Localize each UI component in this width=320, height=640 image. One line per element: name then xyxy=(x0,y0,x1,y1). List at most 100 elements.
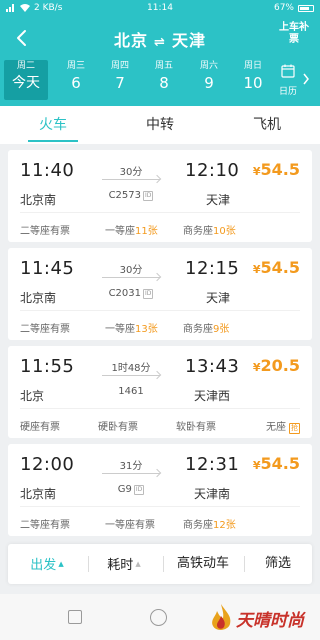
departure-time: 11:45 xyxy=(20,258,75,279)
date-day: 8 xyxy=(159,74,169,92)
route-title[interactable]: 北京 ⇌ 天津 xyxy=(0,27,320,51)
card-divider xyxy=(20,408,300,409)
departure-station: 北京 xyxy=(20,389,45,403)
train-number-text: C2031 xyxy=(108,288,142,299)
sort-divider xyxy=(244,556,245,572)
sort-by-duration-button[interactable]: 耗时 ▲ xyxy=(96,544,152,584)
date-item[interactable]: 周日 10 xyxy=(231,60,275,100)
date-day: 10 xyxy=(243,74,263,92)
id-card-tag: ID xyxy=(143,191,154,201)
origin-city: 北京 xyxy=(114,31,149,50)
header: 2 KB/s 11:14 67% 北京 ⇌ 天津 上车补票 周二 今天 周三 6 周… xyxy=(0,0,320,106)
date-item[interactable]: 周四 7 xyxy=(98,60,142,100)
id-card-tag: ID xyxy=(133,485,145,495)
calendar-icon xyxy=(281,64,295,78)
trip-duration: 30分 xyxy=(119,265,143,276)
seat-label: 一等座 xyxy=(105,226,135,237)
tab-transfer[interactable]: 中转 xyxy=(107,106,213,144)
arrival-time: 13:43 xyxy=(185,356,240,377)
recent-apps-icon[interactable] xyxy=(68,610,82,624)
seat-availability: 商务座12张 xyxy=(183,516,236,531)
sort-label: 耗时 xyxy=(107,558,134,573)
seat-availability: 二等座有票 xyxy=(20,516,70,531)
date-weekday: 周日 xyxy=(243,61,262,71)
seat-label: 二等座有票 xyxy=(20,520,70,531)
seat-availability: 商务座10张 xyxy=(183,222,236,237)
price-value: 20.5 xyxy=(260,356,300,375)
seat-count: 10张 xyxy=(213,226,236,237)
home-icon[interactable] xyxy=(150,609,167,626)
currency-symbol: ¥ xyxy=(252,165,261,178)
sort-label: 出发 xyxy=(30,558,57,573)
status-right: 67% xyxy=(274,0,314,16)
seat-label: 无座 xyxy=(266,422,286,433)
upgrade-ticket-button[interactable]: 上车补票 xyxy=(278,22,310,46)
date-item[interactable]: 周五 8 xyxy=(142,60,186,100)
train-card[interactable]: 11:45 30分 12:15 ¥54.5 北京南 C2031 ID 天津 二等座… xyxy=(8,248,312,340)
seat-availability: 一等座11张 xyxy=(105,222,158,237)
date-item[interactable]: 周三 6 xyxy=(54,60,98,100)
seat-availability: 硬卧有票 xyxy=(98,418,138,433)
calendar-label: 日历 xyxy=(278,87,297,97)
departure-time: 12:00 xyxy=(20,454,75,475)
train-number: C2573 ID xyxy=(98,190,164,201)
seat-label: 一等座 xyxy=(105,324,135,335)
duration-arrow xyxy=(102,179,160,180)
arrival-time: 12:15 xyxy=(185,258,240,279)
departure-time: 11:40 xyxy=(20,160,75,181)
train-card[interactable]: 11:40 30分 12:10 ¥54.5 北京南 C2573 ID 天津 二等座… xyxy=(8,150,312,242)
arrival-station: 天津南 xyxy=(193,487,230,501)
date-row: 周二 今天 周三 6 周四 7 周五 8 周六 9 周日 10 日历 xyxy=(0,58,320,102)
seat-label: 商务座 xyxy=(183,520,213,531)
high-speed-filter-button[interactable]: 高铁动车 xyxy=(168,544,238,584)
price-value: 54.5 xyxy=(260,160,300,179)
seat-availability: 软卧有票 xyxy=(176,418,216,433)
train-card[interactable]: 12:00 31分 12:31 ¥54.5 北京南 G9 ID 天津南 二等座有票… xyxy=(8,444,312,536)
seat-count: 11张 xyxy=(135,226,158,237)
swap-icon[interactable]: ⇌ xyxy=(154,35,166,50)
chevron-right-icon[interactable] xyxy=(301,72,311,86)
seat-label: 硬座有票 xyxy=(20,422,60,433)
date-item-today[interactable]: 周二 今天 xyxy=(4,60,48,100)
seat-count: 12张 xyxy=(213,520,236,531)
calendar-button[interactable]: 日历 xyxy=(275,62,301,98)
departure-station: 北京南 xyxy=(20,193,57,207)
train-number-text: 1461 xyxy=(118,386,144,397)
seat-label: 硬卧有票 xyxy=(98,422,138,433)
sort-icon: ▲ xyxy=(135,560,141,568)
sort-divider xyxy=(88,556,89,572)
transport-mode-tabs: 火车 中转 飞机 xyxy=(0,106,320,144)
arrival-station: 天津 xyxy=(205,291,230,305)
ticket-price: ¥54.5 xyxy=(253,454,300,473)
tab-train[interactable]: 火车 xyxy=(0,106,106,144)
card-divider xyxy=(20,212,300,213)
sort-by-departure-button[interactable]: 出发 ▲ xyxy=(18,544,76,584)
trip-duration: 30分 xyxy=(119,167,143,178)
duration-arrow xyxy=(102,473,160,474)
seat-availability: 二等座有票 xyxy=(20,222,70,237)
trip-duration: 31分 xyxy=(119,461,143,472)
seat-count: 13张 xyxy=(135,324,158,335)
date-weekday: 周四 xyxy=(110,61,129,71)
train-number: G9 ID xyxy=(98,484,164,495)
seat-label: 二等座有票 xyxy=(20,324,70,335)
arrival-time: 12:31 xyxy=(185,454,240,475)
duration-arrow xyxy=(102,277,160,278)
train-number-text: G9 xyxy=(117,484,132,495)
date-weekday: 周三 xyxy=(66,61,85,71)
grab-ticket-tag[interactable]: 抢 xyxy=(289,423,300,434)
sort-divider xyxy=(163,556,164,572)
seat-availability: 商务座9张 xyxy=(183,320,229,335)
date-weekday: 周五 xyxy=(154,61,173,71)
tab-flight[interactable]: 飞机 xyxy=(214,106,320,144)
seat-label: 二等座有票 xyxy=(20,226,70,237)
date-day: 7 xyxy=(115,74,125,92)
ticket-price: ¥54.5 xyxy=(253,258,300,277)
seat-availability: 硬座有票 xyxy=(20,418,60,433)
train-card[interactable]: 11:55 1时48分 13:43 ¥20.5 北京 1461 天津西 硬座有票… xyxy=(8,346,312,438)
duration-arrow xyxy=(102,375,160,376)
date-item[interactable]: 周六 9 xyxy=(187,60,231,100)
filter-button[interactable]: 筛选 xyxy=(252,544,304,584)
currency-symbol: ¥ xyxy=(252,459,261,472)
train-number-text: C2573 xyxy=(108,190,142,201)
